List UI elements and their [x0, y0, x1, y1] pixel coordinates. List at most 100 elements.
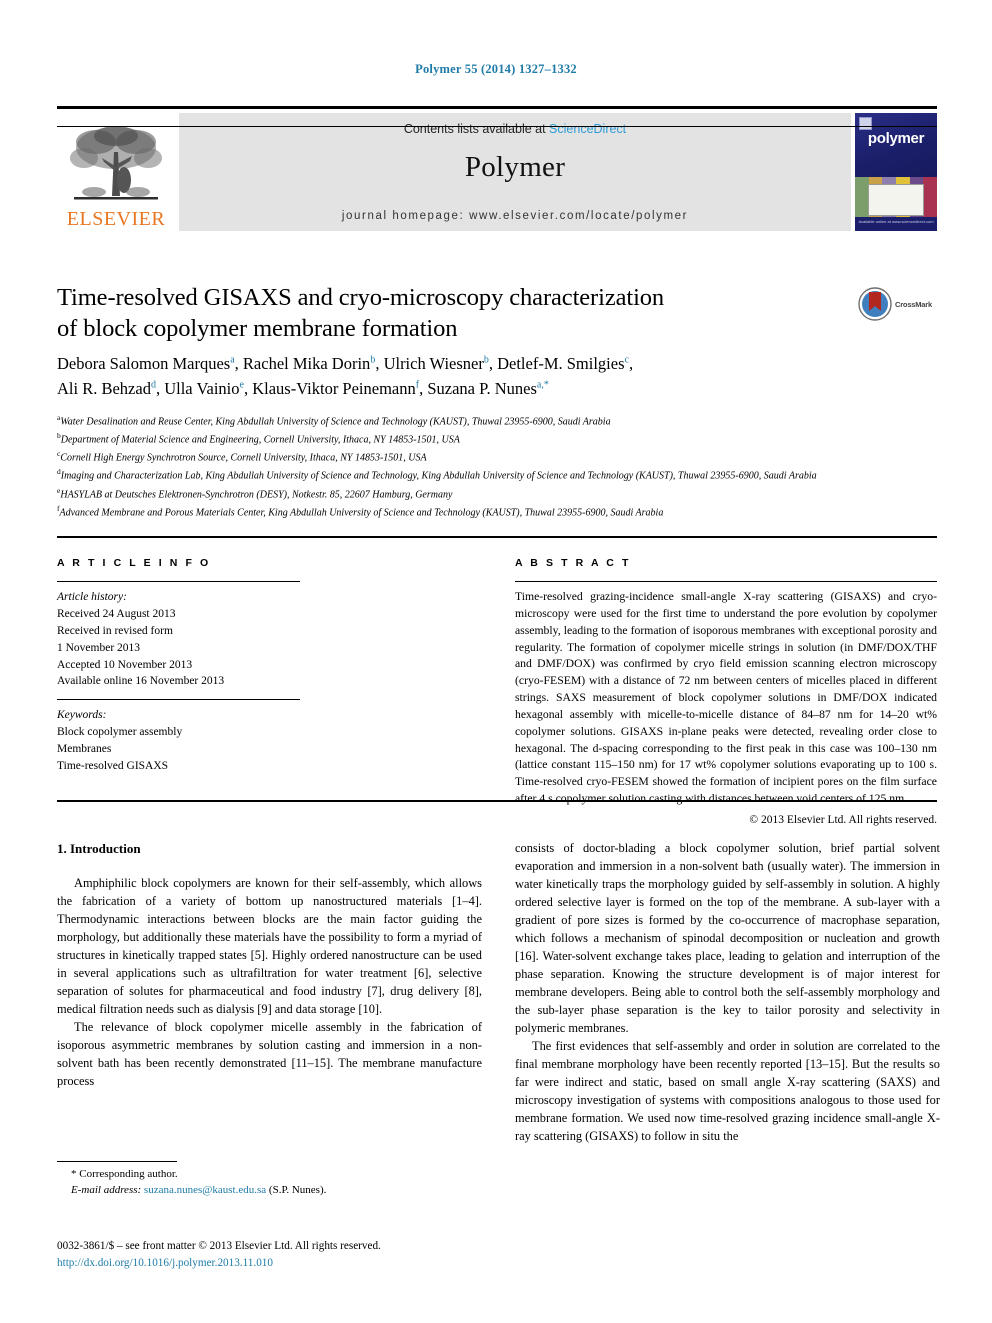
author-affil-mark: d	[150, 379, 156, 391]
author-name: Suzana P. Nunes	[427, 378, 537, 398]
author-name: Ulrich Wiesner	[383, 354, 484, 373]
affiliation-text: Water Desalination and Reuse Center, Kin…	[60, 416, 611, 428]
section-heading-introduction: 1. Introduction	[57, 841, 141, 856]
keywords-label: Keywords:	[57, 709, 107, 722]
author-item: Klaus-Viktor Peinemannf	[252, 379, 419, 398]
article-history-item: 1 November 2013	[57, 641, 141, 654]
author-affil-mark: c	[624, 354, 629, 366]
journal-homepage-link[interactable]: journal homepage: www.elsevier.com/locat…	[179, 210, 851, 222]
abstract-copyright: © 2013 Elsevier Ltd. All rights reserved…	[749, 813, 937, 826]
cover-footer-text: Available online at www.sciencedirect.co…	[855, 216, 937, 231]
elsevier-tree-icon	[70, 126, 162, 200]
body-paragraph: The first evidences that self-assembly a…	[515, 1038, 940, 1143]
footnote-block: * Corresponding author. E-mail address: …	[57, 1167, 482, 1198]
author-item: Ulla Vainioe	[164, 379, 244, 398]
elsevier-logo: ELSEVIER	[57, 113, 175, 231]
journal-masthead: ELSEVIER Contents lists available at Sci…	[57, 106, 937, 231]
author-item: Rachel Mika Dorinb	[243, 354, 375, 373]
body-paragraph: Amphiphilic block copolymers are known f…	[57, 875, 482, 1016]
title-line-2: of block copolymer membrane formation	[57, 315, 458, 343]
title-block: Time-resolved GISAXS and cryo-microscopy…	[57, 282, 847, 345]
author-name: Rachel Mika Dorin	[242, 354, 371, 373]
crossmark-label: CrossMark	[895, 299, 932, 309]
affiliation-item: bDepartment of Material Science and Engi…	[57, 430, 937, 448]
page-title: Time-resolved GISAXS and cryo-microscopy…	[57, 282, 847, 345]
crossmark-icon	[858, 287, 892, 321]
abstract-text: Time-resolved grazing-incidence small-an…	[515, 590, 937, 806]
elsevier-wordmark: ELSEVIER	[66, 208, 166, 230]
masthead-center-panel: Contents lists available at ScienceDirec…	[179, 113, 851, 231]
cover-inset-figure	[868, 183, 925, 217]
paper-page: Polymer 55 (2014) 1327–1332 ELSEVIER Con…	[0, 0, 992, 1323]
abstract-rule	[515, 581, 937, 582]
email-note: E-mail address: suzana.nunes@kaust.edu.s…	[57, 1183, 482, 1199]
author-affil-mark: e	[239, 379, 244, 391]
corresponding-author-note: * Corresponding author.	[71, 1168, 178, 1180]
body-column-right: consists of doctor-blading a block copol…	[515, 840, 940, 1146]
issn-copyright-line: 0032-3861/$ – see front matter © 2013 El…	[57, 1240, 381, 1252]
body-paragraph: The relevance of block copolymer micelle…	[57, 1019, 482, 1088]
email-owner: (S.P. Nunes).	[268, 1183, 327, 1196]
email-label: E-mail address:	[71, 1183, 142, 1196]
author-name: Debora Salomon Marques	[57, 354, 231, 373]
body-paragraph: consists of doctor-blading a block copol…	[515, 841, 940, 1035]
email-link[interactable]: suzana.nunes@kaust.edu.sa	[144, 1184, 266, 1196]
author-affil-mark: b	[483, 354, 489, 366]
author-item: Detlef-M. Smilgiesc	[497, 354, 629, 373]
info-bottom-rule	[57, 800, 937, 802]
author-item: Debora Salomon Marquesa	[57, 354, 235, 373]
affiliation-text: Advanced Membrane and Porous Materials C…	[59, 506, 664, 518]
affiliation-item: eHASYLAB at Deutsches Elektronen-Synchro…	[57, 485, 937, 503]
doi-link[interactable]: http://dx.doi.org/10.1016/j.polymer.2013…	[57, 1255, 557, 1272]
author-affil-mark: a	[230, 354, 235, 366]
article-history-item: Received 24 August 2013	[57, 607, 176, 620]
abstract-block: Time-resolved grazing-incidence small-an…	[515, 589, 937, 829]
affiliation-item: fAdvanced Membrane and Porous Materials …	[57, 503, 937, 521]
running-head: Polymer 55 (2014) 1327–1332	[415, 62, 577, 76]
article-info-divider	[57, 699, 300, 701]
keyword-item: Membranes	[57, 743, 112, 756]
author-name: Detlef-M. Smilgies	[497, 354, 625, 373]
contents-available-line: Contents lists available at ScienceDirec…	[179, 122, 851, 136]
cover-wordmark: polymer	[867, 130, 925, 147]
author-name: Ali R. Behzad	[57, 378, 151, 398]
affiliation-text: Department of Material Science and Engin…	[60, 434, 460, 446]
title-line-1: Time-resolved GISAXS and cryo-microscopy…	[57, 284, 665, 311]
masthead-bottom-rule	[57, 126, 937, 127]
imprint-block: 0032-3861/$ – see front matter © 2013 El…	[57, 1238, 557, 1272]
keyword-item: Block copolymer assembly	[57, 726, 183, 739]
contents-prefix: Contents lists available at	[403, 122, 550, 136]
footnote-rule	[57, 1161, 177, 1162]
abstract-heading: A B S T R A C T	[515, 557, 631, 569]
info-top-rule	[57, 536, 937, 538]
affiliation-text: Cornell High Energy Synchrotron Source, …	[60, 452, 427, 464]
author-list: Debora Salomon Marquesa, Rachel Mika Dor…	[57, 354, 634, 398]
article-history-item: Available online 16 November 2013	[57, 675, 225, 688]
author-item: Ali R. Behzadd	[57, 379, 156, 398]
article-info-rule	[57, 581, 300, 582]
sciencedirect-link[interactable]: ScienceDirect	[549, 122, 626, 136]
article-info-block: Article history: Received 24 August 2013…	[57, 589, 300, 775]
keyword-item: Time-resolved GISAXS	[57, 760, 169, 773]
article-history-item: Accepted 10 November 2013	[57, 658, 193, 671]
author-name: Klaus-Viktor Peinemann	[252, 378, 416, 398]
author-item: Ulrich Wiesnerb	[384, 354, 489, 373]
author-affil-mark: b	[370, 354, 376, 366]
affiliation-text: HASYLAB at Deutsches Elektronen-Synchrot…	[60, 488, 453, 500]
author-item: Suzana P. Nunesa,*	[427, 379, 548, 398]
cover-badge-icon	[859, 117, 872, 130]
journal-cover-thumbnail: polymer Available online at www.scienced…	[855, 113, 937, 231]
journal-title: Polymer	[464, 151, 566, 183]
affiliation-item: cCornell High Energy Synchrotron Source,…	[57, 448, 937, 466]
author-affil-mark: f	[415, 379, 420, 391]
body-column-left: 1. Introduction Amphiphilic block copoly…	[57, 840, 482, 1091]
affiliation-item: dImaging and Characterization Lab, King …	[57, 466, 937, 484]
crossmark-badge[interactable]: CrossMark	[858, 284, 940, 324]
article-history-label: Article history:	[57, 591, 127, 603]
affiliation-list: aWater Desalination and Reuse Center, Ki…	[57, 412, 937, 521]
article-history-item: Received in revised form	[57, 624, 173, 637]
author-affil-mark: a,*	[536, 379, 549, 391]
affiliation-item: aWater Desalination and Reuse Center, Ki…	[57, 412, 937, 430]
author-name: Ulla Vainio	[164, 378, 240, 398]
article-info-heading: A R T I C L E I N F O	[57, 557, 211, 569]
